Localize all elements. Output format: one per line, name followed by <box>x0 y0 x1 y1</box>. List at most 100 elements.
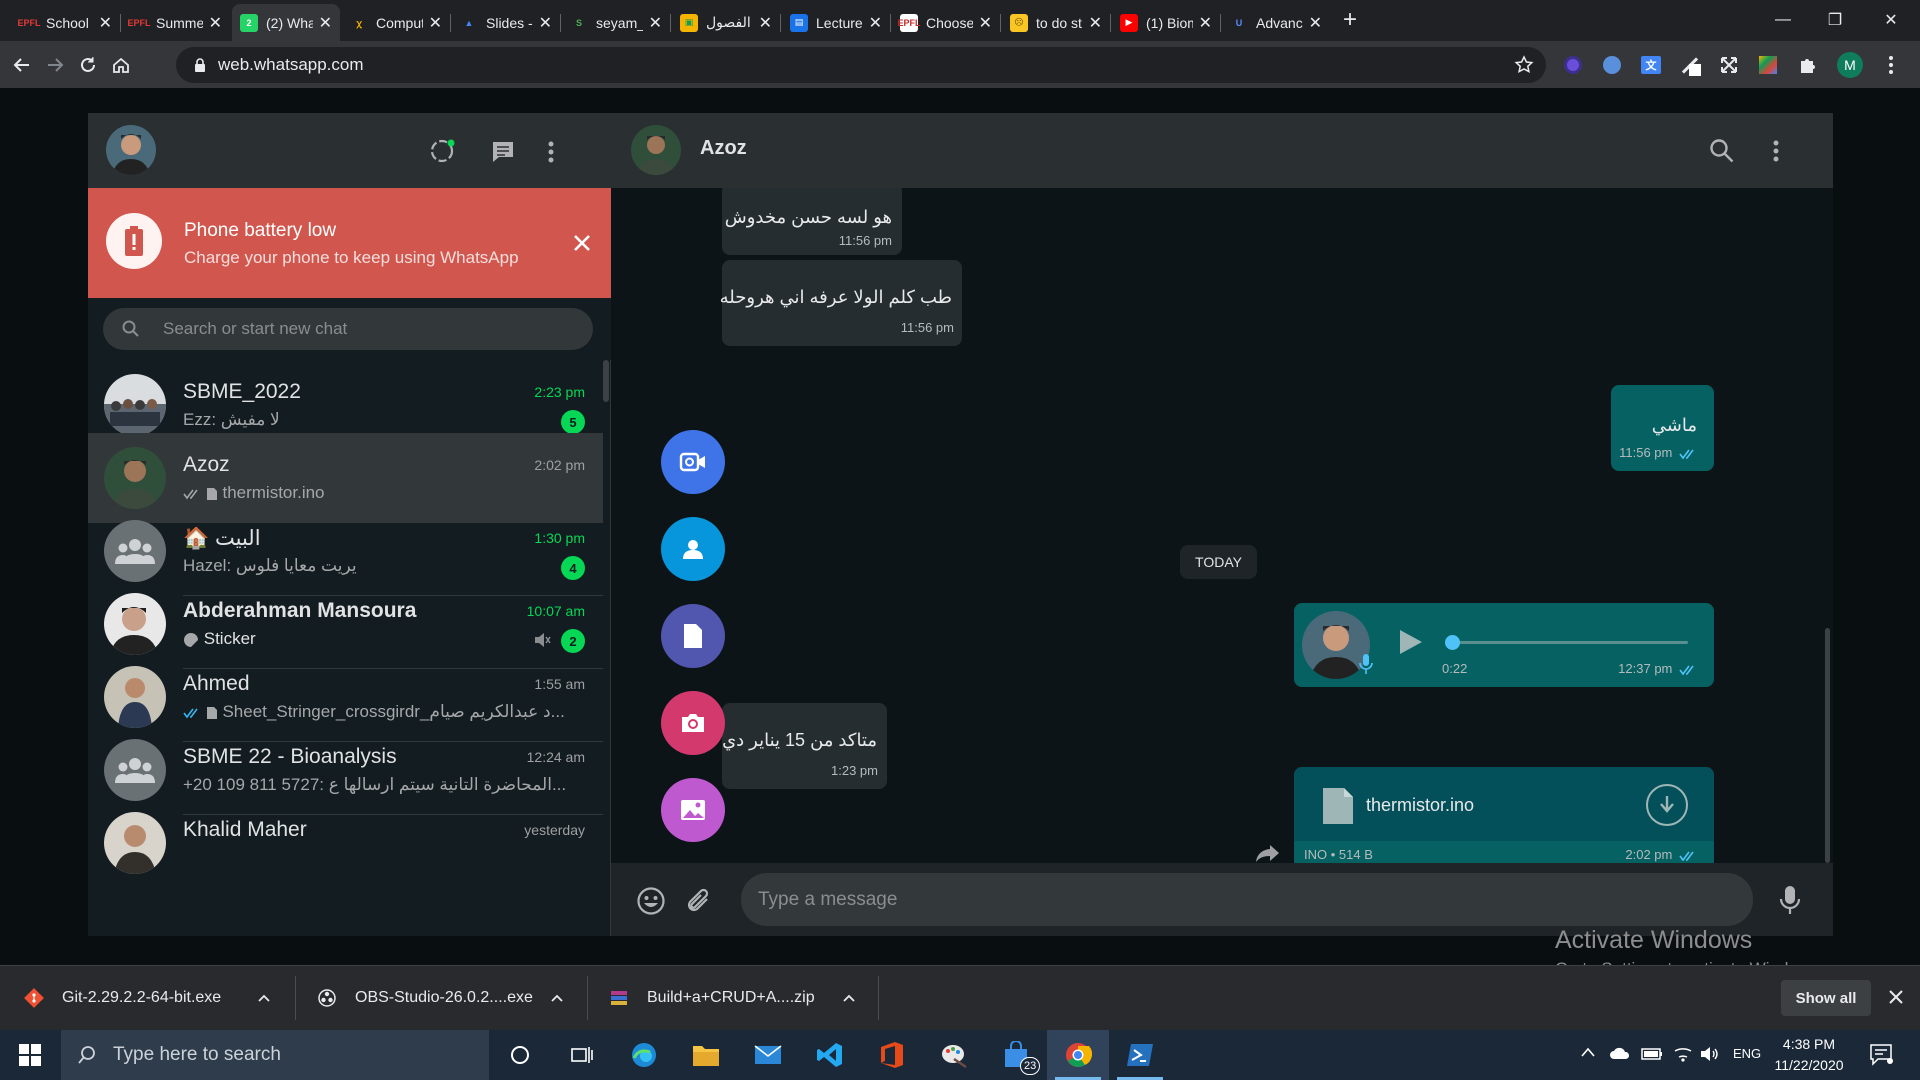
close-tab-icon[interactable]: ✕ <box>1199 13 1212 33</box>
system-clock[interactable]: 4:38 PM 11/22/2020 <box>1769 1034 1849 1076</box>
forward-message-icon[interactable] <box>1255 843 1281 863</box>
message-incoming[interactable]: متاكد من 15 يناير دي 1:23 pm <box>722 703 887 789</box>
profile-avatar[interactable]: M <box>1837 52 1863 78</box>
show-all-downloads-button[interactable]: Show all <box>1781 980 1871 1016</box>
chevron-up-icon[interactable] <box>257 993 271 1003</box>
message-incoming[interactable]: طب كلم الولا عرفه اني هروحله 11:56 pm <box>720 260 962 346</box>
chevron-up-icon[interactable] <box>550 993 564 1003</box>
input-language[interactable]: ENG <box>1733 1046 1761 1061</box>
chat-list-scrollbar[interactable] <box>603 360 609 402</box>
browser-tab[interactable]: Sseyam_r ✕ <box>562 4 670 41</box>
forward-button[interactable] <box>41 51 69 79</box>
chevron-up-icon[interactable] <box>842 993 856 1003</box>
message-outgoing[interactable]: ماشي 11:56 pm <box>1611 385 1714 471</box>
close-tab-icon[interactable]: ✕ <box>539 13 552 33</box>
file-message[interactable]: thermistor.ino INO • 514 B 2:02 pm <box>1294 767 1714 863</box>
close-tab-icon[interactable]: ✕ <box>649 13 662 33</box>
download-file-button[interactable] <box>1646 784 1688 826</box>
address-bar[interactable]: web.whatsapp.com <box>176 47 1546 83</box>
cortana-button[interactable] <box>489 1030 551 1080</box>
messages-scrollbar[interactable] <box>1825 628 1830 863</box>
close-tab-icon[interactable]: ✕ <box>209 13 222 33</box>
file-preview-card[interactable]: thermistor.ino <box>1294 767 1714 841</box>
battery-icon[interactable] <box>1641 1047 1663 1061</box>
taskbar-store[interactable]: 23 <box>985 1030 1047 1080</box>
contact-avatar[interactable] <box>631 125 681 175</box>
download-item[interactable]: Git-2.29.2.2-64-bit.exe <box>24 966 279 1030</box>
home-button[interactable] <box>107 51 135 79</box>
attach-gallery-button[interactable] <box>661 778 725 842</box>
new-tab-button[interactable]: + <box>1332 0 1368 40</box>
google-translate-icon[interactable]: 文 <box>1640 54 1662 76</box>
attach-document-button[interactable] <box>661 604 725 668</box>
taskbar-search[interactable]: Type here to search <box>61 1030 489 1080</box>
close-tab-icon[interactable]: ✕ <box>979 13 992 33</box>
browser-tab[interactable]: ▲ Slides - (✕ <box>452 4 560 41</box>
bookmark-star-icon[interactable] <box>1514 55 1534 75</box>
browser-tab[interactable]: U Advance ✕ <box>1222 4 1330 41</box>
extensions-puzzle-icon[interactable] <box>1796 54 1818 76</box>
chat-item-khalid-maher[interactable]: Khalid Maher yesterday <box>88 798 603 888</box>
browser-tab[interactable]: EPFL School c ✕ <box>12 4 120 41</box>
microphone-icon[interactable] <box>1779 885 1801 915</box>
notifications-icon[interactable] <box>1870 1044 1894 1066</box>
browser-tab[interactable]: EPFL Summer ✕ <box>122 4 230 41</box>
message-input[interactable] <box>758 888 1658 911</box>
close-tab-icon[interactable]: ✕ <box>99 13 112 33</box>
restore-window-button[interactable]: ❐ <box>1806 0 1864 40</box>
close-tab-icon[interactable]: ✕ <box>869 13 882 33</box>
download-item[interactable]: OBS-Studio-26.0.2....exe <box>317 966 572 1030</box>
taskbar-file-explorer[interactable] <box>675 1030 737 1080</box>
my-profile-avatar[interactable] <box>106 125 156 175</box>
taskbar-powershell[interactable] <box>1109 1030 1171 1080</box>
browser-menu-icon[interactable] <box>1880 54 1902 76</box>
search-messages-icon[interactable] <box>1709 138 1735 164</box>
conversation-menu-icon[interactable] <box>1771 138 1781 164</box>
close-tab-icon[interactable]: ✕ <box>319 13 332 33</box>
extension-colorful-icon[interactable] <box>1757 54 1779 76</box>
download-item[interactable]: Build+a+CRUD+A....zip <box>609 966 864 1030</box>
close-tab-icon[interactable]: ✕ <box>1089 13 1102 33</box>
browser-tab[interactable]: ☹ to do st ✕ <box>1002 4 1110 41</box>
taskbar-vscode[interactable] <box>799 1030 861 1080</box>
taskbar-mail[interactable] <box>737 1030 799 1080</box>
wifi-icon[interactable] <box>1673 1045 1693 1063</box>
back-button[interactable] <box>8 51 36 79</box>
voice-progress-track[interactable] <box>1448 641 1688 644</box>
taskbar-edge[interactable] <box>613 1030 675 1080</box>
attach-paperclip-icon[interactable] <box>685 886 713 916</box>
volume-icon[interactable] <box>1700 1045 1720 1063</box>
search-input[interactable] <box>163 319 543 339</box>
extension-cross-icon[interactable] <box>1718 54 1740 76</box>
close-tab-icon[interactable]: ✕ <box>1309 13 1322 33</box>
sidebar-menu-icon[interactable] <box>546 139 556 165</box>
status-icon[interactable] <box>428 137 456 165</box>
extension-pen-icon[interactable] <box>1679 54 1701 76</box>
contact-name[interactable]: Azoz <box>700 137 747 160</box>
extension-bubbles-icon[interactable] <box>1601 54 1623 76</box>
show-hidden-icons-chevron-icon[interactable] <box>1580 1046 1596 1058</box>
extension-circle-icon[interactable] <box>1562 54 1584 76</box>
attach-camera-button[interactable] <box>661 691 725 755</box>
taskbar-chrome[interactable] <box>1047 1030 1109 1080</box>
taskbar-paint[interactable] <box>923 1030 985 1080</box>
new-chat-icon[interactable] <box>490 139 516 165</box>
taskbar-office[interactable] <box>861 1030 923 1080</box>
task-view-button[interactable] <box>551 1030 613 1080</box>
browser-tab[interactable]: EPFL Choose ✕ <box>892 4 1000 41</box>
browser-tab[interactable]: 2 (2) What ✕ <box>232 4 340 41</box>
close-tab-icon[interactable]: ✕ <box>759 13 772 33</box>
reload-button[interactable] <box>74 51 102 79</box>
voice-progress-handle[interactable] <box>1445 635 1460 650</box>
play-icon[interactable] <box>1398 628 1424 656</box>
onedrive-cloud-icon[interactable] <box>1609 1046 1631 1060</box>
browser-tab[interactable]: ▶ (1) Biom ✕ <box>1112 4 1220 41</box>
attach-contact-button[interactable] <box>661 517 725 581</box>
close-banner-icon[interactable] <box>572 233 592 253</box>
minimize-window-button[interactable]: — <box>1754 0 1812 40</box>
browser-tab[interactable]: ▣ الفصول ✕ <box>672 4 780 41</box>
close-downloads-icon[interactable] <box>1889 990 1903 1004</box>
voice-note-message[interactable]: 0:22 12:37 pm <box>1294 603 1714 687</box>
close-window-button[interactable]: ✕ <box>1862 0 1920 40</box>
browser-tab[interactable]: ▤ Lecture ✕ <box>782 4 890 41</box>
